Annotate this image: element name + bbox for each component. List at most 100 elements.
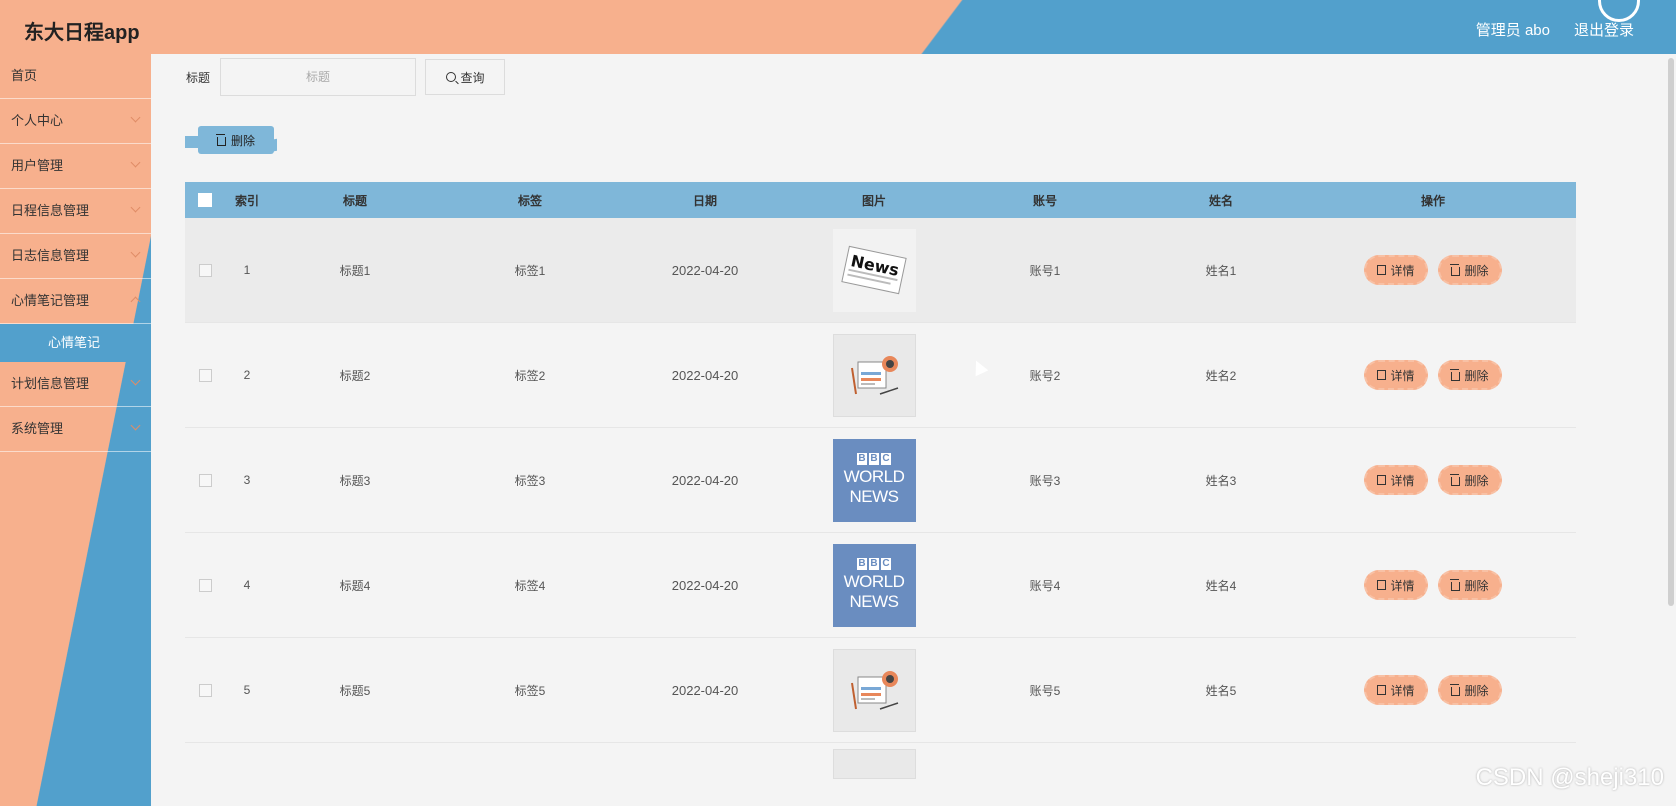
- delete-label: 删除: [1464, 473, 1489, 488]
- detail-button[interactable]: 详情: [1364, 255, 1428, 285]
- column-header-actions: 操作: [1420, 193, 1445, 208]
- detail-button[interactable]: 详情: [1364, 360, 1428, 390]
- table-header: 索引 标题 标签 日期 图片 账号 姓名 操作: [185, 182, 1576, 218]
- cell-name: 姓名4: [1205, 578, 1237, 593]
- detail-button[interactable]: 详情: [1364, 675, 1428, 705]
- sidebar-item-log-management[interactable]: 日志信息管理: [0, 234, 151, 279]
- table-row[interactable]: 1 标题1 标签1 2022-04-20 News 账号1 姓名1 详情 删除: [185, 218, 1576, 323]
- column-header-title: 标题: [342, 193, 367, 208]
- sidebar-item-plan-management[interactable]: 计划信息管理: [0, 362, 151, 407]
- sidebar-item-label: 日程信息管理: [11, 203, 90, 218]
- news-desk-thumbnail[interactable]: [832, 648, 916, 732]
- news-desk-thumbnail[interactable]: [832, 333, 916, 417]
- delete-label: 删除: [1464, 263, 1489, 278]
- document-icon: [1377, 370, 1387, 380]
- trash-icon: [1450, 578, 1461, 591]
- sidebar-item-label: 个人中心: [11, 113, 64, 128]
- sidebar-item-label: 系统管理: [11, 421, 64, 436]
- sidebar-item-label: 心情笔记管理: [11, 293, 90, 308]
- cell-tag: 标签4: [514, 578, 546, 593]
- ribbon-decoration: [185, 136, 199, 148]
- row-checkbox[interactable]: [198, 683, 212, 697]
- detail-label: 详情: [1390, 683, 1415, 698]
- sidebar-item-user-management[interactable]: 用户管理: [0, 144, 151, 189]
- sidebar-item-label: 日志信息管理: [11, 248, 90, 263]
- detail-label: 详情: [1390, 263, 1415, 278]
- bulk-delete-button[interactable]: 删除: [185, 126, 277, 156]
- column-header-index: 索引: [234, 193, 259, 208]
- cell-name: 姓名3: [1205, 473, 1237, 488]
- cell-date: 2022-04-20: [671, 262, 739, 278]
- document-icon: [1377, 475, 1387, 485]
- sidebar-item-label: 计划信息管理: [11, 376, 90, 391]
- table-row[interactable]: 4 标题4 标签4 2022-04-20 BBC WORLD NEWS 账号4 …: [185, 533, 1576, 638]
- table-row[interactable]: [185, 743, 1576, 779]
- search-label: 标题: [186, 70, 211, 85]
- document-icon: [1377, 685, 1387, 695]
- trash-icon: [1450, 473, 1461, 486]
- delete-button[interactable]: 删除: [1438, 360, 1502, 390]
- search-input[interactable]: [220, 58, 417, 96]
- app-title: 东大日程app: [24, 22, 140, 44]
- bulk-delete-label: 删除: [230, 133, 255, 148]
- detail-button[interactable]: 详情: [1364, 465, 1428, 495]
- bbc-letter: C: [881, 453, 891, 465]
- current-user-label: 管理员 abo: [1475, 22, 1550, 39]
- document-icon: [1377, 580, 1387, 590]
- sidebar-item-personal-center[interactable]: 个人中心: [0, 99, 151, 144]
- cell-name: 姓名1: [1205, 263, 1237, 278]
- sidebar-item-label: 首页: [11, 68, 38, 83]
- row-checkbox[interactable]: [198, 473, 212, 487]
- document-icon: [1377, 265, 1387, 275]
- sidebar-item-home[interactable]: 首页: [0, 54, 151, 99]
- scrollbar[interactable]: [1666, 54, 1676, 609]
- watermark: CSDN @sheji310: [1475, 764, 1664, 791]
- row-checkbox[interactable]: [198, 263, 212, 277]
- trash-icon: [215, 133, 226, 146]
- chevron-down-icon: [130, 202, 141, 213]
- cell-index: 1: [243, 263, 251, 277]
- cell-name: 姓名5: [1205, 683, 1237, 698]
- cell-title: 标题1: [339, 263, 371, 278]
- chevron-down-icon: [130, 112, 141, 123]
- row-checkbox[interactable]: [198, 368, 212, 382]
- chevron-down-icon: [130, 157, 141, 168]
- sidebar-subitem-mood-notes[interactable]: 心情笔记: [0, 324, 151, 362]
- table-row[interactable]: 2 标题2 标签2 2022-04-20 账号2 姓名2 详情 删除: [185, 323, 1576, 428]
- news-paper-thumbnail[interactable]: News: [832, 228, 916, 312]
- bbc-world-news-thumbnail[interactable]: BBC WORLD NEWS: [832, 543, 916, 627]
- cell-index: 5: [243, 683, 251, 697]
- delete-button[interactable]: 删除: [1438, 675, 1502, 705]
- delete-button[interactable]: 删除: [1438, 465, 1502, 495]
- table-row[interactable]: 3 标题3 标签3 2022-04-20 BBC WORLD NEWS 账号3 …: [185, 428, 1576, 533]
- logout-link[interactable]: 退出登录: [1574, 19, 1634, 40]
- delete-button[interactable]: 删除: [1438, 570, 1502, 600]
- delete-label: 删除: [1464, 368, 1489, 383]
- search-button-label: 查询: [460, 70, 485, 85]
- row-checkbox[interactable]: [198, 578, 212, 592]
- cell-tag: 标签5: [514, 683, 546, 698]
- bbc-world-news-thumbnail[interactable]: BBC WORLD NEWS: [832, 438, 916, 522]
- detail-button[interactable]: 详情: [1364, 570, 1428, 600]
- cell-index: 4: [243, 578, 251, 592]
- detail-label: 详情: [1390, 473, 1415, 488]
- cell-account: 账号3: [1029, 473, 1061, 488]
- search-bar: 标题 查询: [186, 58, 506, 96]
- bbc-line: WORLD: [843, 467, 905, 486]
- delete-label: 删除: [1464, 578, 1489, 593]
- sidebar-item-schedule-management[interactable]: 日程信息管理: [0, 189, 151, 234]
- column-header-name: 姓名: [1208, 193, 1233, 208]
- cell-date: 2022-04-20: [671, 367, 739, 383]
- delete-button[interactable]: 删除: [1438, 255, 1502, 285]
- search-button[interactable]: 查询: [425, 59, 506, 95]
- cell-index: 2: [243, 368, 251, 382]
- sidebar-item-mood-notes-management[interactable]: 心情笔记管理: [0, 279, 151, 324]
- bbc-line: WORLD: [843, 572, 905, 591]
- select-all-checkbox[interactable]: [198, 193, 212, 207]
- cell-account: 账号1: [1029, 263, 1061, 278]
- scrollbar-thumb[interactable]: [1668, 58, 1674, 606]
- table-row[interactable]: 5 标题5 标签5 2022-04-20 账号5 姓名5 详情 删除: [185, 638, 1576, 743]
- image-thumbnail[interactable]: [832, 749, 916, 779]
- bbc-letter: B: [869, 453, 879, 465]
- sidebar-item-system-management[interactable]: 系统管理: [0, 407, 151, 452]
